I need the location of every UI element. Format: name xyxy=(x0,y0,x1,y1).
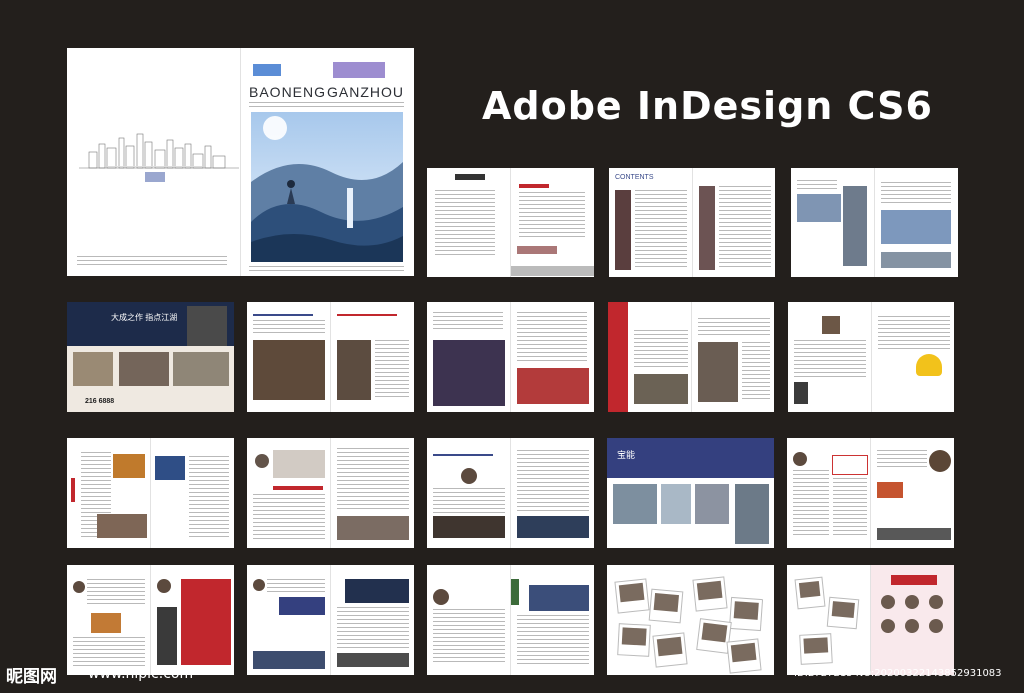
spread-4[interactable] xyxy=(608,302,774,412)
photo-card xyxy=(693,577,727,611)
city-skyline-icon xyxy=(79,133,239,169)
software-title: Adobe InDesign CS6 xyxy=(482,84,933,128)
spread-9[interactable]: 宝能 xyxy=(607,438,774,548)
photo-card xyxy=(827,597,859,629)
cover-front-footer xyxy=(249,266,404,271)
credits-logo xyxy=(455,174,485,180)
spread-2[interactable] xyxy=(247,302,414,412)
watermark-site-name: 昵图网 xyxy=(6,667,57,687)
ad-headline: 大成之作 指点江湖 xyxy=(111,313,178,322)
photo-card xyxy=(800,634,832,664)
photo-card xyxy=(618,624,650,656)
spread-13[interactable] xyxy=(427,565,594,675)
spread-credits[interactable] xyxy=(427,168,594,277)
contents-label: CONTENTS xyxy=(615,174,654,181)
cover-spread[interactable]: BAONENG GANZHOU xyxy=(67,48,414,276)
cover-back-rule xyxy=(107,166,202,167)
photo-card xyxy=(729,597,763,631)
spread-15[interactable] xyxy=(787,565,954,675)
cover-back xyxy=(67,48,240,276)
spread-12[interactable] xyxy=(247,565,414,675)
cover-front: BAONENG GANZHOU xyxy=(240,48,414,276)
spread-5[interactable] xyxy=(788,302,954,412)
spread-7[interactable] xyxy=(247,438,414,548)
sun-icon xyxy=(263,116,287,140)
cover-illustration xyxy=(251,112,403,262)
spread-contents[interactable]: CONTENTS xyxy=(609,168,775,277)
cover-brand-left: BAONENG xyxy=(249,84,327,100)
cover-title-blur xyxy=(333,62,385,78)
spread-6[interactable] xyxy=(67,438,234,548)
watermark-id: ID:2727215 NO:20200322143852931083 xyxy=(794,668,1002,679)
photo-card xyxy=(615,579,649,613)
credits-knot-image xyxy=(517,246,557,254)
spread-11[interactable] xyxy=(67,565,234,675)
cover-back-logo xyxy=(145,172,165,182)
photo-card xyxy=(727,639,761,673)
helmet-icon xyxy=(915,354,942,376)
photo-card xyxy=(653,633,687,667)
spread-10[interactable] xyxy=(787,438,954,548)
spread-3[interactable] xyxy=(427,302,594,412)
watermark-url: www.nipic.com xyxy=(88,666,194,682)
spread-buildings[interactable] xyxy=(791,168,958,277)
cover-subline xyxy=(249,102,404,107)
spread-8[interactable] xyxy=(427,438,594,548)
photo-card xyxy=(795,577,825,609)
spread-14[interactable] xyxy=(607,565,774,675)
ad-phone: 216 6888 xyxy=(85,398,115,405)
cover-brand-right: GANZHOU xyxy=(327,84,404,100)
cover-logo-box xyxy=(253,64,281,76)
spread-ad[interactable]: 大成之作 指点江湖 216 6888 xyxy=(67,302,234,412)
photo-card xyxy=(649,589,683,623)
logo-text: 宝能 xyxy=(617,450,636,460)
photo-card xyxy=(697,619,731,653)
cover-back-footer xyxy=(77,256,227,266)
